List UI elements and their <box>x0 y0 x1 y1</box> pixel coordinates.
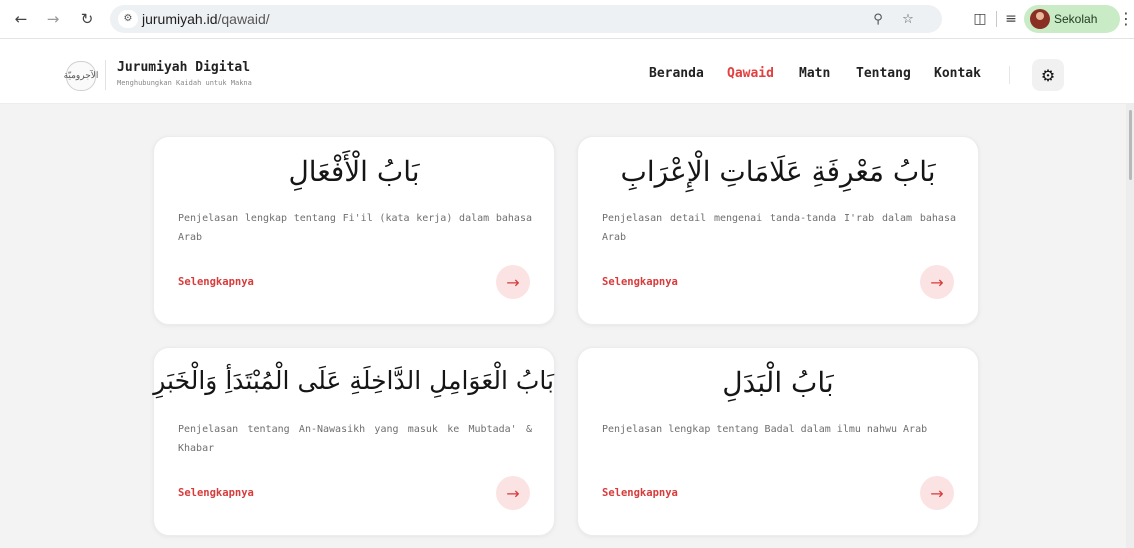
nav-qawaid[interactable]: Qawaid <box>727 66 774 81</box>
read-more-link[interactable]: Selengkapnya <box>602 276 678 288</box>
card-nawasikh[interactable]: بَابُ الْعَوَامِلِ الدَّاخِلَةِ عَلَى ال… <box>153 347 555 536</box>
nav-matn[interactable]: Matn <box>799 66 830 81</box>
url-text[interactable]: jurumiyah.id/qawaid/ <box>142 5 270 33</box>
card-irab[interactable]: بَابُ مَعْرِفَةِ عَلَامَاتِ الْإِعْرَابِ… <box>577 136 979 325</box>
kebab-menu-icon[interactable]: ⋮ <box>1118 9 1134 29</box>
nav-divider <box>1009 66 1010 84</box>
url-path: /qawaid/ <box>217 11 270 27</box>
read-more-link[interactable]: Selengkapnya <box>178 276 254 288</box>
card-description: Penjelasan detail mengenai tanda-tanda I… <box>602 213 956 243</box>
media-control-icon[interactable]: ≡ <box>1001 9 1021 29</box>
reload-icon[interactable]: ↻ <box>76 8 98 30</box>
address-bar[interactable]: ⚙ jurumiyah.id/qawaid/ ⚲ ☆ <box>110 5 942 33</box>
arrow-right-icon[interactable]: → <box>496 265 530 299</box>
toolbar-divider <box>996 11 997 27</box>
star-icon[interactable]: ☆ <box>898 9 918 29</box>
brand-subtitle: Menghubungkan Kaidah untuk Makna <box>117 79 252 87</box>
card-description: Penjelasan lengkap tentang Fi'il (kata k… <box>178 213 532 243</box>
site-info-icon[interactable]: ⚙ <box>118 10 138 28</box>
card-badal[interactable]: بَابُ الْبَدَلِ Penjelasan lengkap tenta… <box>577 347 979 536</box>
site-logo[interactable]: الآجروميّة <box>64 61 98 91</box>
card-description: Penjelasan tentang An-Nawasikh yang masu… <box>178 424 532 454</box>
back-arrow-icon[interactable]: ← <box>10 8 32 30</box>
avatar <box>1030 9 1050 29</box>
nav-beranda[interactable]: Beranda <box>649 66 704 81</box>
brand-title[interactable]: Jurumiyah Digital <box>117 60 250 75</box>
nav-tentang[interactable]: Tentang <box>856 66 911 81</box>
url-domain: jurumiyah.id <box>142 11 218 27</box>
card-title: بَابُ مَعْرِفَةِ عَلَامَاتِ الْإِعْرَابِ <box>620 155 936 188</box>
browser-toolbar: ← → ↻ ⚙ jurumiyah.id/qawaid/ ⚲ ☆ ◫ ≡ Sek… <box>0 0 1134 39</box>
card-afal[interactable]: بَابُ الْأَفْعَالِ Penjelasan lengkap te… <box>153 136 555 325</box>
scrollbar-thumb[interactable] <box>1129 110 1132 180</box>
read-more-link[interactable]: Selengkapnya <box>602 487 678 499</box>
arrow-right-icon[interactable]: → <box>920 476 954 510</box>
profile-name: Sekolah <box>1054 12 1098 26</box>
nav-kontak[interactable]: Kontak <box>934 66 981 81</box>
puzzle-icon[interactable]: ◫ <box>970 9 990 29</box>
zoom-icon[interactable]: ⚲ <box>868 9 888 29</box>
settings-button[interactable]: ⚙ <box>1032 59 1064 91</box>
forward-arrow-icon[interactable]: → <box>42 8 64 30</box>
card-description: Penjelasan lengkap tentang Badal dalam i… <box>602 424 928 435</box>
card-title: بَابُ الْبَدَلِ <box>722 366 834 399</box>
profile-button[interactable]: Sekolah <box>1024 5 1120 33</box>
card-title: بَابُ الْعَوَامِلِ الدَّاخِلَةِ عَلَى ال… <box>153 366 554 395</box>
arrow-right-icon[interactable]: → <box>920 265 954 299</box>
gear-icon: ⚙ <box>1040 65 1056 85</box>
arrow-right-icon[interactable]: → <box>496 476 530 510</box>
brand-divider <box>105 60 106 90</box>
card-title: بَابُ الْأَفْعَالِ <box>288 155 420 188</box>
read-more-link[interactable]: Selengkapnya <box>178 487 254 499</box>
